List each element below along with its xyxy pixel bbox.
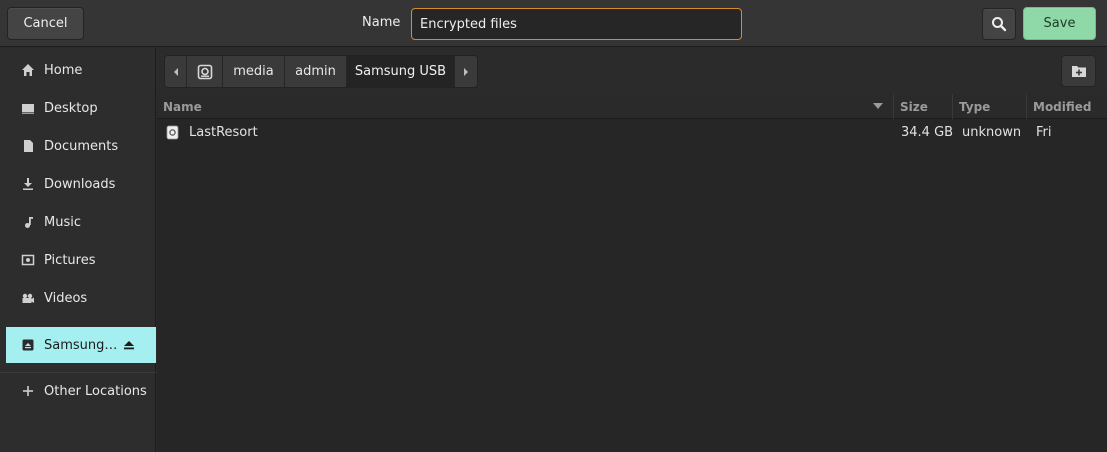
sidebar-item-label: Downloads [44,176,116,192]
home-icon [20,62,36,78]
file-type: unknown [962,124,1022,140]
header-bar: Cancel Name Save [0,0,1107,47]
sidebar-item-documents[interactable]: Documents [6,128,156,164]
sidebar-item-label: Other Locations [44,383,147,399]
sidebar-item-pictures[interactable]: Pictures [6,242,156,278]
search-button[interactable] [982,8,1016,40]
column-header-row: Name Size Type Modified [157,94,1107,119]
path-root-button[interactable] [187,56,223,87]
column-header-name[interactable]: Name [157,94,894,119]
sidebar-item-label: Samsung… [44,337,118,353]
sidebar-item-label: Pictures [44,252,96,268]
file-list: Name Size Type Modified LastResort 34.4 … [157,94,1107,452]
save-button[interactable]: Save [1023,7,1096,40]
path-scroll-right-button[interactable] [455,56,477,87]
new-folder-icon [1071,66,1086,77]
new-folder-button[interactable] [1061,55,1096,87]
column-label: Name [163,99,202,114]
path-segment-admin[interactable]: admin [285,56,347,87]
plus-icon [20,383,36,399]
sidebar-item-samsung-usb[interactable]: Samsung… [6,327,156,363]
path-bar: media admin Samsung USB [164,55,478,88]
sidebar-item-desktop[interactable]: Desktop [6,90,156,126]
sidebar-item-label: Desktop [44,100,98,116]
sidebar: Home Desktop Documents Downloads Music P… [0,48,156,452]
file-chooser-dialog: Cancel Name Save Home Desktop [0,0,1107,452]
file-modified: Fri [1036,124,1052,140]
pictures-icon [20,252,36,268]
column-header-type[interactable]: Type [953,94,1027,119]
videos-icon [20,290,36,306]
table-row[interactable]: LastResort 34.4 GB unknown Fri [157,120,1107,144]
desktop-icon [20,100,36,116]
search-icon [992,17,1007,32]
drive-icon [20,337,36,353]
sidebar-item-videos[interactable]: Videos [6,280,156,316]
sidebar-item-downloads[interactable]: Downloads [6,166,156,202]
column-label: Size [900,99,928,114]
sidebar-item-music[interactable]: Music [6,204,156,240]
sort-descending-icon [873,103,883,109]
file-size: 34.4 GB [901,124,954,140]
column-header-modified[interactable]: Modified [1027,94,1107,119]
name-label: Name [362,15,401,30]
sidebar-item-label: Music [44,214,81,230]
sidebar-item-label: Documents [44,138,119,154]
sidebar-item-other-locations[interactable]: Other Locations [6,373,156,409]
document-icon [20,138,36,154]
column-label: Modified [1033,99,1092,114]
cancel-button[interactable]: Cancel [7,7,84,40]
sidebar-item-label: Home [44,62,83,78]
file-icon [166,120,182,144]
column-label: Type [959,99,991,114]
sidebar-item-label: Videos [44,290,88,306]
filename-input[interactable] [411,8,742,40]
drive-icon [197,64,212,79]
music-icon [20,214,36,230]
path-segment-media[interactable]: media [223,56,285,87]
path-segment-samsung-usb[interactable]: Samsung USB [347,56,455,87]
file-name: LastResort [189,124,258,140]
sidebar-item-home[interactable]: Home [6,52,156,88]
download-icon [20,176,36,192]
chevron-right-icon [464,67,468,76]
chevron-left-icon [173,67,178,76]
eject-icon[interactable] [122,338,136,352]
path-scroll-left-button[interactable] [165,56,187,87]
column-header-size[interactable]: Size [894,94,953,119]
